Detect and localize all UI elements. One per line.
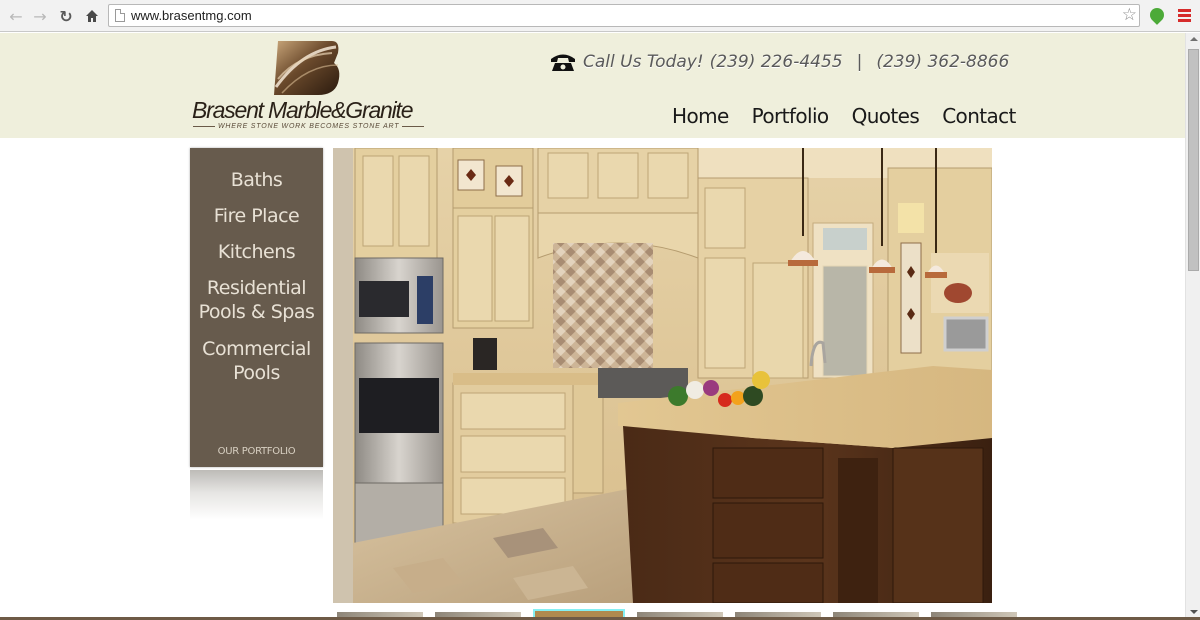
phone-secondary[interactable]: (239) 362-8866 [876,52,1009,72]
nav-quotes[interactable]: Quotes [852,104,920,128]
portfolio-sidebar: Baths Fire Place Kitchens Residential Po… [190,148,323,467]
sidebar-item-label: Pools [233,362,280,384]
forward-arrow-icon[interactable]: → [30,6,50,26]
nav-home[interactable]: Home [672,104,729,128]
phone-line: Call Us Today! (239) 226-4455 | (239) 36… [549,51,1009,73]
hero-kitchen-photo[interactable] [333,148,992,603]
logo-name: Brasent Marble&Granite [192,97,414,123]
site-header: Brasent Marble&Granite WHERE STONE WORK … [0,33,1185,138]
star-icon[interactable]: ☆ [1122,5,1137,25]
sidebar-item-baths[interactable]: Baths [190,168,323,192]
phone-separator: | [856,52,863,72]
sidebar-item-residential-pools[interactable]: Residential Pools & Spas [190,276,323,324]
telephone-icon [551,54,575,71]
our-portfolio-link[interactable]: OUR PORTFOLIO [190,446,323,457]
call-us-label: Call Us Today! [583,52,704,72]
sidebar-reflection [190,470,323,520]
scroll-up-arrow-icon[interactable] [1190,37,1198,41]
url-text[interactable]: www.brasentmg.com [131,8,252,23]
hamburger-menu-icon[interactable] [1178,9,1191,22]
scroll-down-arrow-icon[interactable] [1190,610,1198,614]
address-bar[interactable]: www.brasentmg.com ☆ [108,4,1140,27]
back-arrow-icon[interactable]: ← [6,6,26,26]
nav-portfolio[interactable]: Portfolio [752,104,829,128]
vertical-scrollbar[interactable] [1185,33,1200,620]
green-leaf-extension-icon[interactable] [1147,5,1167,25]
sidebar-item-commercial-pools[interactable]: Commercial Pools [190,337,323,385]
sidebar-item-fire-place[interactable]: Fire Place [190,204,323,228]
sidebar-item-label: Pools & Spas [198,301,315,323]
site-logo[interactable]: Brasent Marble&Granite WHERE STONE WORK … [190,39,420,131]
sidebar-item-kitchens[interactable]: Kitchens [190,240,323,264]
nav-contact[interactable]: Contact [942,104,1016,128]
home-icon[interactable] [82,6,102,26]
logo-tagline: WHERE STONE WORK BECOMES STONE ART [190,123,416,130]
browser-toolbar: ← → ↻ www.brasentmg.com ☆ [0,0,1200,32]
scrollbar-thumb[interactable] [1188,49,1199,271]
phone-primary[interactable]: (239) 226-4455 [710,52,843,72]
sidebar-item-label: Commercial [202,338,311,360]
page-icon [115,9,125,22]
main-nav: Home Portfolio Quotes Contact [672,104,1016,128]
sidebar-item-label: Residential [206,277,307,299]
reload-icon[interactable]: ↻ [56,6,76,26]
logo-b-mark-icon [274,41,340,95]
